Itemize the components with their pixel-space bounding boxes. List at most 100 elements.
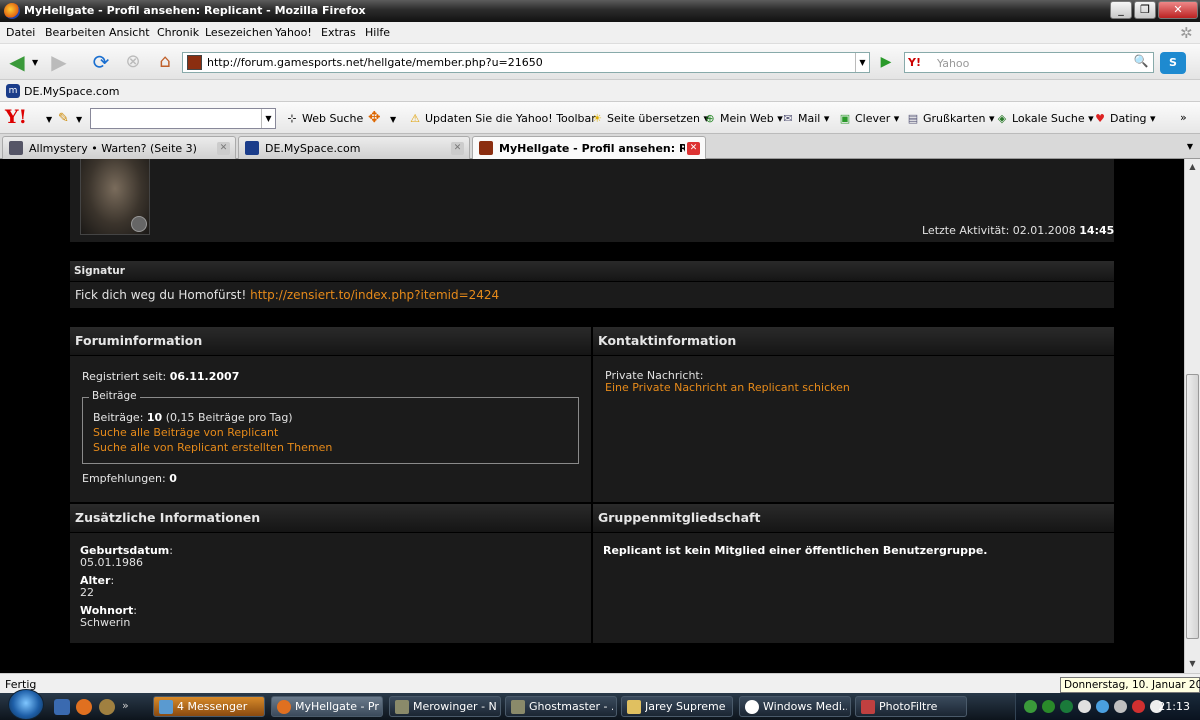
firefox-task-icon bbox=[277, 700, 291, 714]
media-player-icon bbox=[745, 700, 759, 714]
tab-myhellgate[interactable]: MyHellgate - Profil ansehen: Repl... ✕ bbox=[472, 136, 706, 160]
yahoo-menu-dropdown-icon[interactable]: ▼ bbox=[46, 115, 52, 124]
task-windows-media[interactable]: Windows Medi... bbox=[739, 696, 851, 717]
skype-tray-icon[interactable] bbox=[1096, 700, 1109, 713]
clock[interactable]: 21:13 bbox=[1158, 700, 1190, 713]
folder-task-icon bbox=[395, 700, 409, 714]
task-merowinger[interactable]: Merowinger - N... bbox=[389, 696, 501, 717]
page-scrollbar[interactable]: ▲ ▼ bbox=[1184, 159, 1200, 673]
window-title: MyHellgate - Profil ansehen: Replicant -… bbox=[24, 4, 366, 17]
task-firefox[interactable]: MyHellgate - Pr... bbox=[271, 696, 383, 717]
firefox-icon bbox=[4, 3, 20, 19]
folder-task-icon bbox=[627, 700, 641, 714]
search-icon[interactable]: 🔍 bbox=[1131, 54, 1151, 71]
antispy-dropdown-icon[interactable]: ▼ bbox=[390, 115, 396, 124]
reload-icon[interactable]: ⟳ bbox=[88, 49, 114, 75]
window-title-bar[interactable]: MyHellgate - Profil ansehen: Replicant -… bbox=[0, 0, 1200, 22]
toolbar-overflow-icon[interactable]: » bbox=[1180, 111, 1187, 124]
forum-info-heading: Foruminformation bbox=[70, 327, 591, 355]
skype-icon[interactable]: S bbox=[1160, 52, 1186, 74]
posts-count: Beiträge: 10 (0,15 Beiträge pro Tag) bbox=[93, 411, 293, 424]
menu-hilfe[interactable]: Hilfe bbox=[365, 26, 390, 39]
scroll-thumb[interactable] bbox=[1186, 374, 1199, 639]
user-avatar bbox=[80, 159, 150, 235]
clever-icon: ▣ bbox=[839, 112, 851, 125]
clever-button[interactable]: ▣ Clever ▾ bbox=[838, 112, 900, 125]
menu-yahoo[interactable]: Yahoo! bbox=[275, 26, 312, 39]
throbber-icon: ✲ bbox=[1180, 24, 1193, 42]
quicklaunch-overflow-icon[interactable]: » bbox=[122, 699, 129, 712]
forum-info-panel: Registriert seit: 06.11.2007 Beiträge Be… bbox=[70, 356, 591, 502]
menu-lesezeichen[interactable]: Lesezeichen bbox=[205, 26, 273, 39]
local-search-button[interactable]: ◈ Lokale Suche ▾ bbox=[995, 112, 1094, 125]
back-icon[interactable]: ◀ bbox=[4, 49, 30, 75]
url-bar[interactable]: http://forum.gamesports.net/hellgate/mem… bbox=[182, 52, 870, 73]
menu-extras[interactable]: Extras bbox=[321, 26, 356, 39]
tab-close-icon[interactable]: ✕ bbox=[687, 142, 700, 155]
show-desktop-icon[interactable] bbox=[54, 699, 70, 715]
tab-allmystery[interactable]: Allmystery • Warten? (Seite 3) ✕ bbox=[2, 136, 236, 159]
search-bar[interactable]: Y! Yahoo 🔍 bbox=[904, 52, 1154, 73]
home-icon[interactable]: ⌂ bbox=[152, 49, 178, 75]
device-tray-icon[interactable] bbox=[1078, 700, 1091, 713]
greeting-cards-button[interactable]: ▤ Grußkarten ▾ bbox=[906, 112, 995, 125]
yahoo-web-search-button[interactable]: ⊹ Web Suche bbox=[285, 112, 363, 125]
additional-info-heading: Zusätzliche Informationen bbox=[70, 504, 591, 532]
folder-task-icon bbox=[511, 700, 525, 714]
search-engine-icon[interactable]: Y! bbox=[908, 56, 921, 69]
scroll-down-icon[interactable]: ▼ bbox=[1185, 656, 1200, 672]
task-photofiltre[interactable]: PhotoFiltre bbox=[855, 696, 967, 717]
volume-tray-icon[interactable] bbox=[1114, 700, 1127, 713]
yahoo-logo[interactable]: Y! bbox=[5, 106, 27, 128]
yahoo-search-input[interactable]: ▼ bbox=[90, 108, 276, 129]
signature-link[interactable]: http://zensiert.to/index.php?itemid=2424 bbox=[250, 288, 499, 302]
task-ghostmaster[interactable]: Ghostmaster - ... bbox=[505, 696, 617, 717]
photofiltre-icon bbox=[861, 700, 875, 714]
menu-bar: Datei Bearbeiten Ansicht Chronik Lesezei… bbox=[0, 22, 1200, 44]
registered-since: Registriert seit: 06.11.2007 bbox=[82, 370, 240, 383]
shield-tray-icon[interactable] bbox=[1060, 700, 1073, 713]
dating-button[interactable]: ♥ Dating ▾ bbox=[1093, 112, 1156, 125]
tab-myspace[interactable]: DE.MySpace.com ✕ bbox=[238, 136, 470, 159]
my-web-button[interactable]: ⊕ Mein Web ▾ bbox=[703, 112, 782, 125]
bookmark-myspace[interactable]: DE.MySpace.com bbox=[24, 85, 119, 98]
task-messenger[interactable]: 4 Messenger bbox=[153, 696, 265, 717]
antivirus-tray-icon[interactable] bbox=[1132, 700, 1145, 713]
mail-button[interactable]: ✉ Mail ▾ bbox=[781, 112, 829, 125]
search-all-threads-link[interactable]: Suche alle von Replicant erstellten Them… bbox=[93, 441, 332, 454]
url-history-dropdown-icon[interactable]: ▼ bbox=[855, 53, 869, 72]
close-button[interactable]: ✕ bbox=[1158, 1, 1198, 19]
forward-icon[interactable]: ▶ bbox=[46, 49, 72, 75]
firefox-quicklaunch-icon[interactable] bbox=[76, 699, 92, 715]
menu-datei[interactable]: Datei bbox=[6, 26, 35, 39]
maximize-button[interactable]: ❐ bbox=[1134, 1, 1156, 19]
network-tray-icon[interactable] bbox=[1042, 700, 1055, 713]
taskbar: » 4 Messenger MyHellgate - Pr... Merowin… bbox=[0, 689, 1200, 720]
translate-page-button[interactable]: ☀ Seite übersetzen ▾ bbox=[590, 112, 709, 125]
scroll-up-icon[interactable]: ▲ bbox=[1185, 159, 1200, 175]
tab-close-icon[interactable]: ✕ bbox=[451, 142, 464, 155]
minimize-button[interactable]: _ bbox=[1110, 1, 1132, 19]
start-button[interactable] bbox=[8, 689, 44, 720]
tab-close-icon[interactable]: ✕ bbox=[217, 142, 230, 155]
winamp-quicklaunch-icon[interactable] bbox=[99, 699, 115, 715]
pencil-dropdown-icon[interactable]: ▼ bbox=[76, 115, 82, 124]
menu-ansicht[interactable]: Ansicht bbox=[109, 26, 150, 39]
pencil-icon[interactable]: ✎ bbox=[58, 111, 69, 126]
yahoo-search-dropdown-icon[interactable]: ▼ bbox=[261, 109, 275, 128]
send-pm-link[interactable]: Eine Private Nachricht an Replicant schi… bbox=[605, 381, 850, 394]
back-history-dropdown-icon[interactable]: ▼ bbox=[32, 58, 38, 67]
tab-list-dropdown-icon[interactable]: ▼ bbox=[1182, 137, 1198, 157]
menu-chronik[interactable]: Chronik bbox=[157, 26, 199, 39]
translate-icon: ☀ bbox=[592, 112, 602, 125]
go-button-icon[interactable]: ▶ bbox=[876, 53, 896, 72]
stop-icon[interactable]: ⊗ bbox=[120, 49, 146, 75]
yahoo-update-button[interactable]: ⚠ Updaten Sie die Yahoo! Toolbar bbox=[408, 112, 596, 125]
myspace-icon: m bbox=[6, 84, 20, 98]
search-all-posts-link[interactable]: Suche alle Beiträge von Replicant bbox=[93, 426, 278, 439]
antispy-icon[interactable]: ✥ bbox=[368, 108, 381, 126]
mail-icon: ✉ bbox=[783, 112, 793, 125]
task-jarey-supreme[interactable]: Jarey Supreme bbox=[621, 696, 733, 717]
messenger-tray-icon[interactable] bbox=[1024, 700, 1037, 713]
menu-bearbeiten[interactable]: Bearbeiten bbox=[45, 26, 105, 39]
